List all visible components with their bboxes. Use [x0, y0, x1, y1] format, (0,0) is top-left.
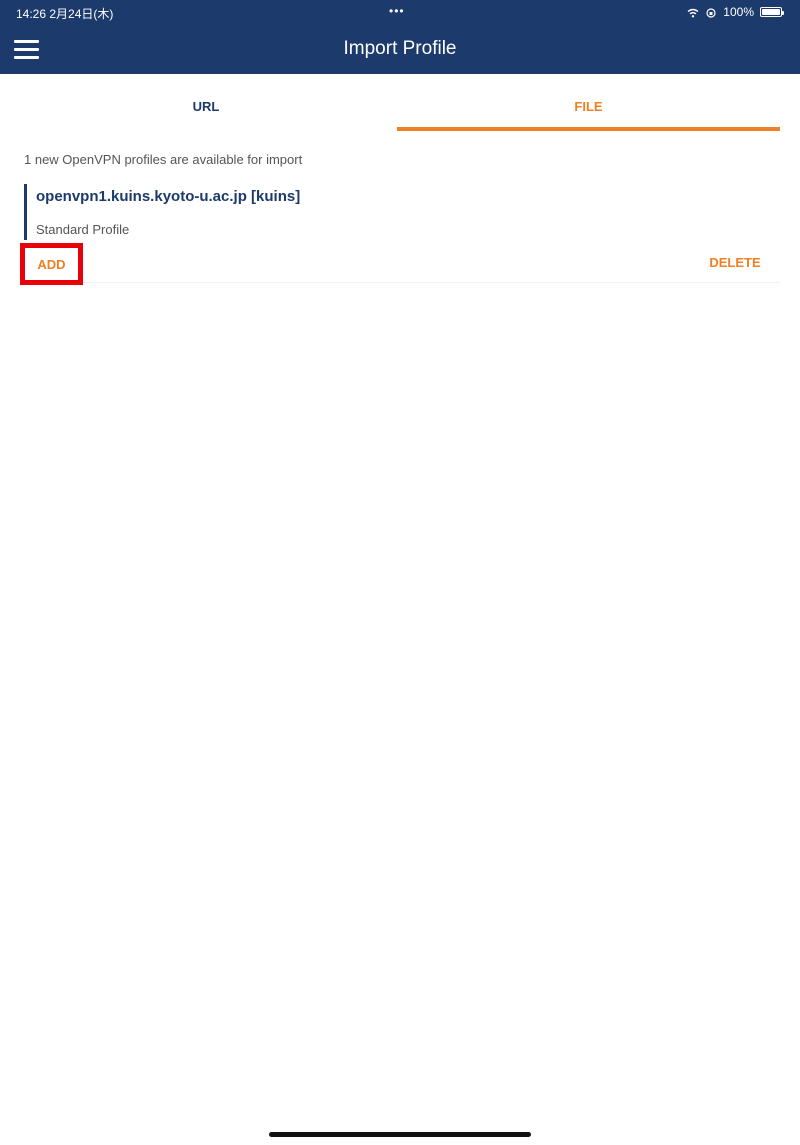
tab-file[interactable]: FILE: [397, 74, 780, 132]
nav-bar: Import Profile: [0, 24, 800, 74]
add-button[interactable]: ADD: [20, 243, 83, 285]
status-bar: 14:26 2月24日(木) ••• 100%: [0, 0, 800, 24]
profile-title: openvpn1.kuins.kyoto-u.ac.jp [kuins]: [36, 188, 301, 205]
home-indicator[interactable]: [269, 1132, 531, 1137]
card-accent-bar: [24, 184, 27, 240]
battery-percent: 100%: [723, 5, 754, 19]
tab-url[interactable]: URL: [15, 74, 397, 132]
active-tab-indicator: [397, 127, 780, 131]
delete-button[interactable]: DELETE: [700, 255, 770, 275]
rotation-lock-icon: [705, 7, 717, 18]
import-info-text: 1 new OpenVPN profiles are available for…: [24, 152, 303, 167]
wifi-icon: [687, 7, 699, 18]
profile-subtitle: Standard Profile: [36, 222, 130, 237]
profile-card: openvpn1.kuins.kyoto-u.ac.jp [kuins] Sta…: [20, 178, 780, 286]
status-right-group: 100%: [687, 5, 784, 19]
battery-icon: [760, 7, 784, 17]
import-profile-screen: 14:26 2月24日(木) ••• 100% Import Profile U…: [0, 0, 800, 1145]
page-title: Import Profile: [343, 38, 457, 59]
multitasking-dots[interactable]: •••: [389, 4, 405, 18]
status-time-date: 14:26 2月24日(木): [16, 7, 114, 21]
card-divider: [20, 282, 780, 283]
tab-bar: URL FILE: [0, 74, 800, 134]
